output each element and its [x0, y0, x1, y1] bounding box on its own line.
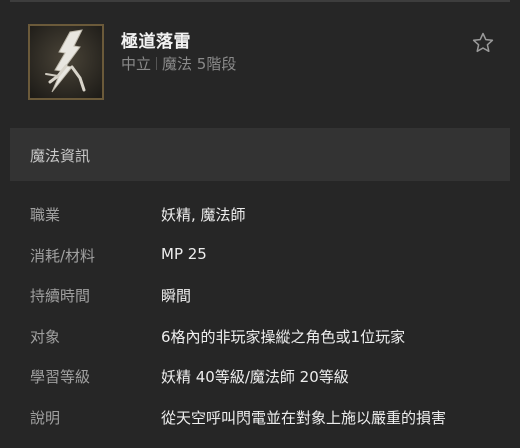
- info-row-description: 說明 從天空呼叫閃電並在對象上施以嚴重的損害: [30, 403, 500, 444]
- top-divider: [10, 0, 510, 2]
- meta-separator: [156, 57, 158, 70]
- info-value: 妖精 40等級/魔法師 20等級: [161, 368, 349, 386]
- info-value: MP 25: [161, 244, 207, 263]
- skill-detail-panel: 極道落雷 中立 魔法 5階段 魔法資訊 職業 妖精, 魔法師 消耗/材料 MP 2…: [0, 0, 520, 448]
- info-label: 消耗/材料: [30, 246, 96, 265]
- info-row-target: 对象 6格內的非玩家操縱之角色或1位玩家: [30, 322, 500, 363]
- info-row-duration: 持續時間 瞬間: [30, 281, 500, 322]
- skill-meta: 中立 魔法 5階段: [121, 53, 236, 74]
- info-list: 職業 妖精, 魔法師 消耗/材料 MP 25 持續時間 瞬間 对象 6格內的非玩…: [30, 200, 500, 443]
- info-value: 從天空呼叫閃電並在對象上施以嚴重的損害: [161, 408, 447, 427]
- section-header: 魔法資訊: [10, 128, 510, 181]
- skill-name: 極道落雷: [121, 32, 191, 52]
- info-value: 妖精, 魔法師: [161, 206, 246, 224]
- info-label: 对象: [30, 327, 61, 346]
- info-value: 瞬間: [161, 287, 192, 305]
- star-outline-icon[interactable]: [471, 31, 495, 55]
- info-value: 6格內的非玩家操縱之角色或1位玩家: [161, 327, 406, 346]
- info-row-class: 職業 妖精, 魔法師: [30, 200, 500, 241]
- section-title: 魔法資訊: [30, 147, 91, 165]
- lightning-bolt-icon: [28, 24, 104, 100]
- info-label: 職業: [30, 206, 61, 224]
- info-row-level: 學習等級 妖精 40等級/魔法師 20等級: [30, 362, 500, 403]
- skill-alignment: 中立: [121, 55, 152, 73]
- skill-category: 魔法 5階段: [162, 55, 237, 73]
- info-label: 說明: [30, 408, 61, 427]
- info-row-cost: 消耗/材料 MP 25: [30, 241, 500, 282]
- skill-header: 極道落雷 中立 魔法 5階段: [28, 24, 498, 104]
- info-label: 持續時間: [30, 287, 91, 305]
- info-label: 學習等級: [30, 368, 91, 386]
